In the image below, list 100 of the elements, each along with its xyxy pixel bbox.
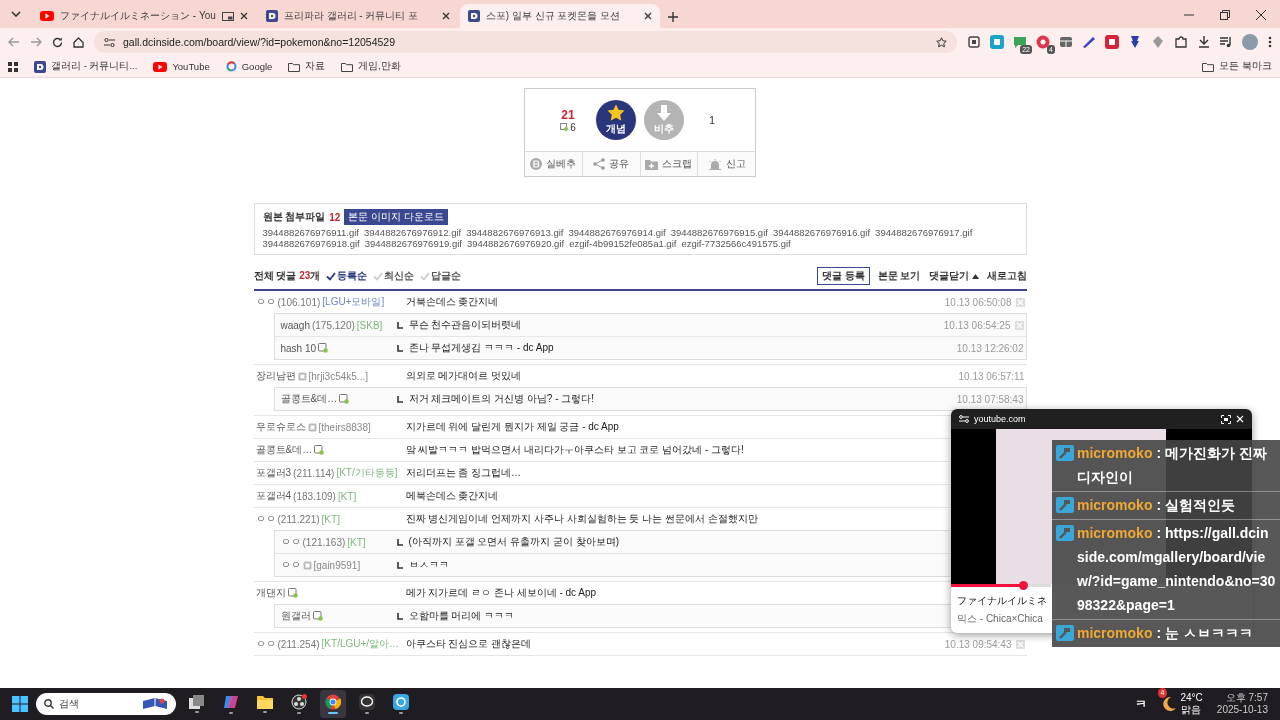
comment-action[interactable]: 새로고침 [986,269,1027,283]
task-view-icon [189,695,205,709]
taskbar-app[interactable] [320,690,346,718]
check-icon [326,271,337,281]
commenter-name: 골콩트&데… [280,392,338,406]
grid-icon[interactable] [1059,35,1073,49]
profile-avatar[interactable] [1242,34,1258,50]
browser-tab[interactable]: 스포) 일부 신규 포켓몬을 모션 [459,4,660,28]
home-icon[interactable] [73,36,84,48]
file-link[interactable]: 3944882676976919.gif [364,238,462,249]
bookmark[interactable]: 자료 [288,60,326,73]
close-icon[interactable] [643,12,652,20]
file-link[interactable]: 3944882676976911.gif [262,227,359,238]
comment-text: 진짜 병신게임이네 언제까지 사주나 사회실험하는 듯 나는 썬문에서 손절했지만 [405,512,758,526]
bookmark[interactable]: 게임,만화 [341,60,401,73]
progress-track[interactable] [951,584,1051,587]
record-icon[interactable] [1036,35,1050,49]
input-mode-indicator[interactable]: ㅋ [1134,695,1147,713]
file-link[interactable]: 3944882676976918.gif [262,238,360,249]
media-queue-icon[interactable] [1220,36,1232,48]
more-menu-icon[interactable] [1268,36,1272,48]
extension-icon[interactable] [1105,35,1119,49]
file-link[interactable]: 3944882676976916.gif [772,227,871,238]
download-icon[interactable] [1198,36,1210,48]
sort-option[interactable]: 답글순 [420,269,462,283]
action-button[interactable]: 스크랩 [640,152,699,176]
fixed-count: 6 [570,121,576,133]
commenter-name: 원갤러 [280,609,311,623]
comment-action[interactable]: 댓글 등록 [816,267,870,285]
chat-bubble-icon[interactable] [1013,35,1027,49]
comment-text: 저리더프는 좀 징그럽네… [405,466,522,480]
commenter-ip: (211.221) [277,513,320,525]
pin-icon[interactable] [1128,35,1142,49]
file-link[interactable]: 3944882676976913.gif [466,227,564,238]
back-arrow-icon[interactable] [8,37,20,47]
comment-label: 전체 댓글 [253,269,297,283]
reply-mark-icon [396,344,403,352]
forward-arrow-icon[interactable] [30,37,42,47]
puzzle-icon[interactable] [1174,35,1188,49]
action-button[interactable]: 신고 [698,152,755,176]
file-link[interactable]: 3944882676976912.gif [364,227,462,238]
site-settings-icon[interactable] [959,415,969,423]
carrier-tag: [KT/LGU+/알아… [321,637,400,651]
pen-icon[interactable] [1082,35,1096,49]
upvote-button[interactable]: 개념 [596,100,636,140]
bookmark[interactable]: Google [225,61,273,72]
file-link[interactable]: 3944882676976915.gif [670,227,768,238]
chat-message: micromoko : https://gall.dcinside.com/mgallery/board/view/?id=game_nintendo&no=3098322&page=1 [1077,524,1276,615]
reply-mark-icon [396,561,403,569]
action-button[interactable]: 공유 [582,152,641,176]
chevron-down-icon[interactable] [11,11,21,17]
bookmark[interactable]: 모든 북마크 [1202,60,1272,73]
commenter-ip: (106.101) [277,296,321,308]
browser-tab[interactable]: 프리파라 갤러리 - 커뮤니티 포 [257,4,458,28]
browser-icon [325,694,341,710]
close-icon[interactable] [1256,10,1266,20]
reload-icon[interactable] [52,36,63,48]
apps-grid-icon[interactable] [8,61,18,72]
file-link[interactable]: 3944882676976914.gif [568,227,666,238]
search-field[interactable]: 검색 [36,693,176,715]
folder-icon [1202,61,1215,72]
comment-text: 메북손데스 좆간지네 [405,489,499,503]
restore-icon[interactable] [1220,10,1230,20]
commenter-name: ㅇㅇ [280,558,301,572]
scan-icon[interactable] [967,35,981,49]
gem-icon[interactable] [1151,35,1165,49]
down-arrow-icon [656,104,672,121]
comment-action[interactable]: 댓글닫기 [928,269,979,283]
expand-icon[interactable] [1221,414,1231,424]
carrier-tag: [KT/기타등등] [336,466,398,480]
commenter-name: 골콩트&데… [255,443,313,457]
file-link[interactable]: ezgif-4b99152fe085a1.gif [569,238,677,249]
commenter-name: waagh [280,319,310,331]
close-icon[interactable] [239,12,248,20]
app-icon [393,694,409,710]
browser-tab[interactable]: ファイナルイルミネーション - You [32,4,256,28]
bookmark[interactable]: 갤러리 - 커뮤니티... [34,60,138,73]
file-link[interactable]: 3944882676976920.gif [466,238,565,249]
bookmark[interactable]: YouTube [153,61,210,72]
file-link[interactable]: ezgif-7732566c491575.gif [681,238,791,249]
star-outline-icon[interactable] [936,36,947,48]
comment-text: 앜 씨발ㅋㅋㅋ 밥먹으면서 내리다가ㅜ아쿠스타 보고 코로 넘어갔네 - 그렇다! [405,443,744,457]
sort-option[interactable]: 등록순 [326,269,368,283]
b-circle-icon [530,158,543,170]
clock[interactable]: 오후 7:57 2025-10-13 [1216,692,1268,716]
comment-action[interactable]: 본문 보기 [877,269,921,283]
windows-start-icon[interactable] [12,696,28,712]
file-link[interactable]: 3944882676976917.gif [875,227,973,238]
progress-thumb[interactable] [1019,581,1028,590]
picture-in-picture-icon[interactable] [221,11,234,21]
address-bar[interactable]: gall.dcinside.com/board/view/?id=pokemon&no=12054529 [94,31,957,53]
close-icon[interactable] [441,12,450,20]
plus-icon[interactable] [667,12,678,22]
chat-app-icon [359,694,375,710]
download-button[interactable]: 본문 이미지 다운로드 [344,209,448,225]
extension-icon[interactable] [990,35,1004,49]
site-name: youtube.com [974,414,1027,424]
sort-option[interactable]: 최신순 [373,269,415,283]
action-button[interactable]: 실베추 [525,152,583,176]
commenter-name: ㅇㅇ [255,295,276,309]
